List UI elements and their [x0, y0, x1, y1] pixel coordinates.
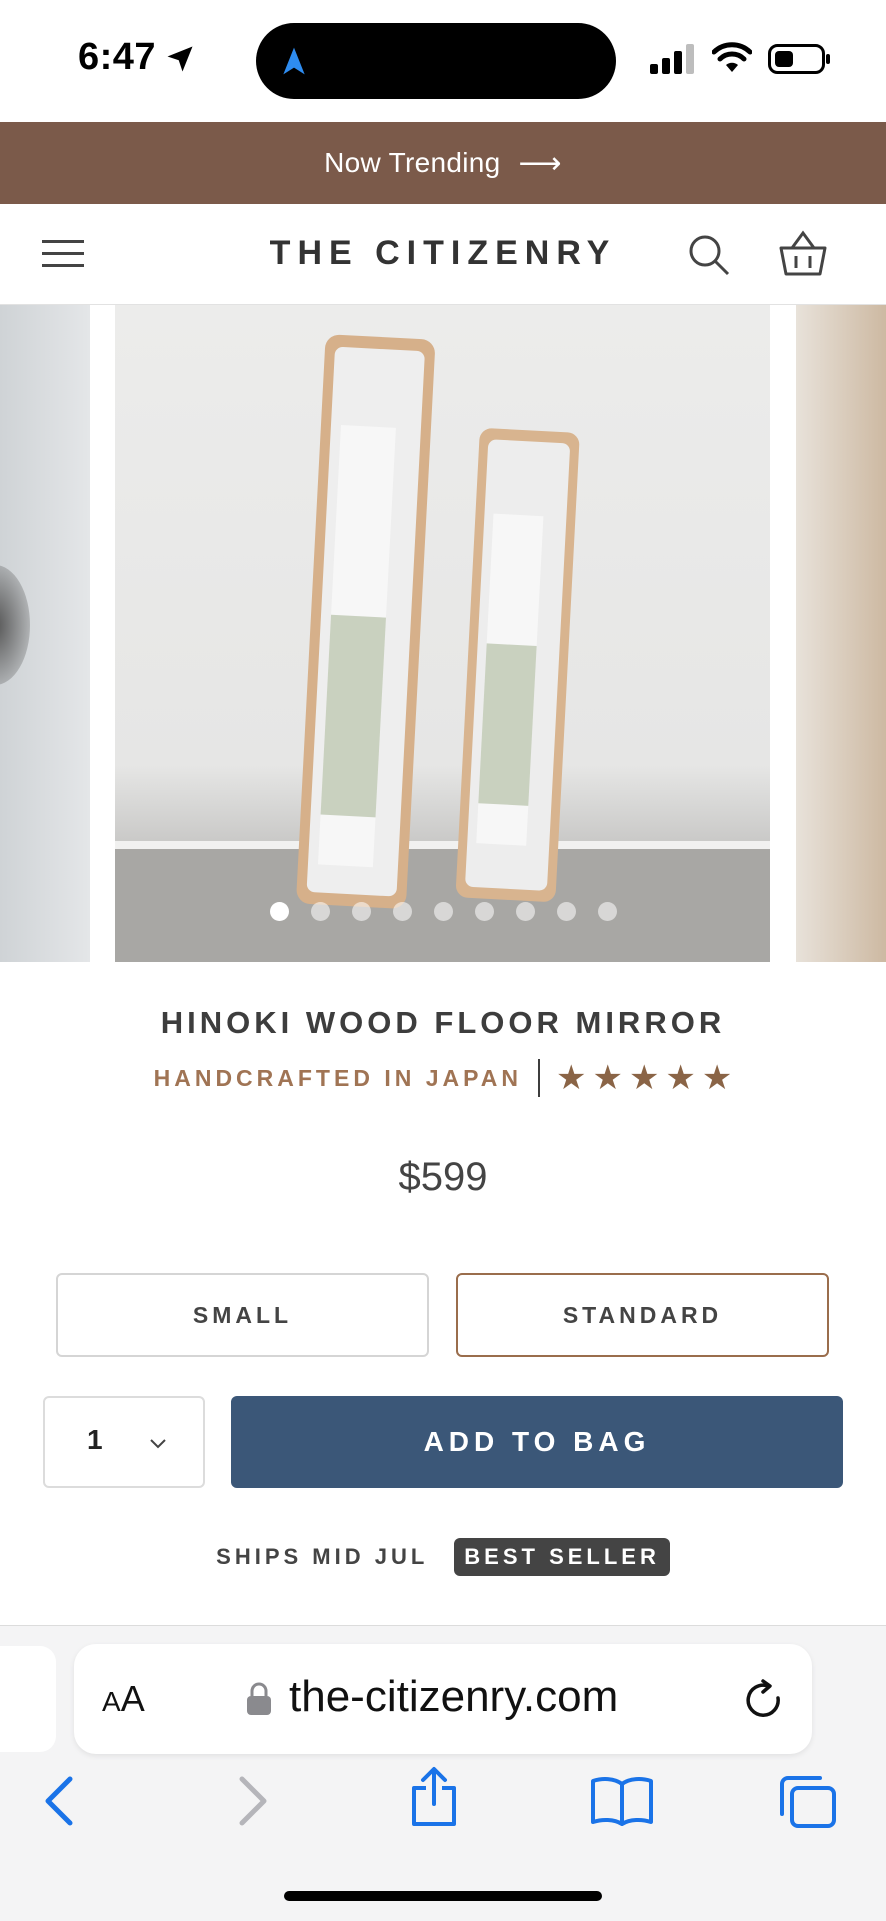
carousel-dot[interactable]	[474, 902, 494, 921]
status-bar: 6:47	[0, 0, 886, 122]
dynamic-island	[256, 23, 616, 99]
star-icon: ★	[665, 1058, 696, 1098]
previous-slide-image[interactable]	[0, 305, 90, 962]
carousel-dot[interactable]	[269, 902, 289, 921]
home-indicator	[284, 1891, 602, 1901]
carousel-dot[interactable]	[351, 902, 371, 921]
ship-date: SHIPS MID JUL	[216, 1544, 429, 1569]
add-to-bag-button[interactable]: ADD TO BAG	[231, 1396, 843, 1488]
star-icon: ★	[701, 1058, 733, 1098]
carousel-dot[interactable]	[310, 902, 330, 921]
back-icon[interactable]	[44, 1776, 74, 1826]
battery-icon	[768, 44, 830, 74]
text-size-button[interactable]: AA	[102, 1678, 145, 1720]
lock-icon	[247, 1682, 271, 1715]
quantity-select[interactable]: 1	[43, 1396, 205, 1488]
product-image	[115, 305, 770, 962]
subtitle-divider	[537, 1059, 540, 1097]
address-bar[interactable]: AA the-citizenry.com	[74, 1644, 812, 1754]
star-icon: ★	[592, 1058, 623, 1098]
brand-logo[interactable]: THE CITIZENRY	[200, 234, 686, 273]
reload-icon[interactable]	[742, 1678, 786, 1722]
carousel-dot[interactable]	[597, 902, 617, 921]
arrow-right-icon: ⟶	[518, 145, 562, 181]
product-title: HINOKI WOOD FLOOR MIRROR	[160, 1005, 726, 1040]
carousel-dot[interactable]	[556, 902, 576, 921]
rating-stars[interactable]: ★ ★ ★ ★ ★	[556, 1058, 732, 1098]
star-icon: ★	[555, 1058, 587, 1098]
carousel-pagination	[0, 902, 886, 921]
bookmarks-icon[interactable]	[590, 1776, 654, 1826]
star-icon: ★	[628, 1058, 660, 1098]
previous-tab-peek[interactable]	[0, 1646, 56, 1752]
quantity-value: 1	[87, 1424, 103, 1455]
site-header: THE CITIZENRY	[0, 204, 886, 305]
promo-banner[interactable]: Now Trending ⟶	[0, 122, 886, 204]
best-seller-badge: BEST SELLER	[454, 1538, 670, 1576]
cellular-signal-icon	[650, 44, 694, 74]
next-slide-image[interactable]	[796, 305, 886, 962]
product-origin: HANDCRAFTED IN JAPAN	[153, 1064, 522, 1091]
size-option-small[interactable]: SMALL	[56, 1273, 429, 1357]
browser-toolbar: AA the-citizenry.com	[0, 1625, 886, 1921]
share-icon[interactable]	[408, 1766, 460, 1828]
status-time: 6:47	[78, 36, 157, 78]
tabs-icon[interactable]	[778, 1774, 838, 1830]
hamburger-menu-icon[interactable]	[42, 238, 84, 270]
search-icon[interactable]	[688, 234, 730, 276]
location-arrow-icon	[167, 46, 193, 72]
product-image-carousel[interactable]	[0, 305, 886, 962]
product-price: $599	[398, 1155, 488, 1199]
navigation-arrow-icon	[283, 47, 305, 75]
product-subtitle-row: HANDCRAFTED IN JAPAN ★ ★ ★ ★ ★	[0, 1058, 886, 1098]
size-option-standard[interactable]: STANDARD	[456, 1273, 829, 1357]
wifi-icon	[712, 42, 752, 72]
carousel-dot[interactable]	[392, 902, 412, 921]
url-text: the-citizenry.com	[289, 1672, 619, 1721]
shipping-row: SHIPS MID JUL BEST SELLER	[0, 1538, 886, 1576]
forward-icon[interactable]	[238, 1776, 268, 1826]
shopping-basket-icon[interactable]	[778, 230, 828, 278]
carousel-dot[interactable]	[433, 902, 453, 921]
chevron-down-icon	[150, 1439, 166, 1449]
promo-text: Now Trending	[324, 147, 501, 178]
carousel-dot[interactable]	[515, 902, 535, 921]
